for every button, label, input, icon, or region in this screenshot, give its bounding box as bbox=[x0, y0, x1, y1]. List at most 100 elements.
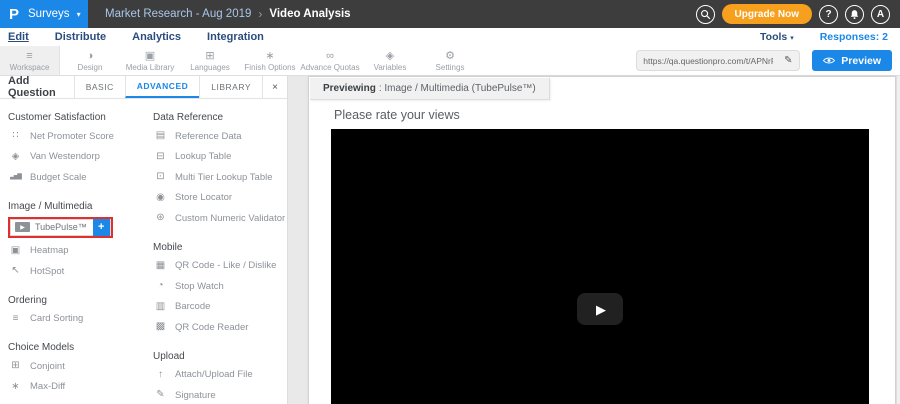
survey-url-box: ✎ bbox=[636, 50, 800, 71]
notifications-button[interactable] bbox=[845, 5, 864, 24]
help-button[interactable]: ? bbox=[819, 5, 838, 24]
qr-code-icon: ▦ bbox=[153, 261, 168, 271]
header-actions: Upgrade Now ? A bbox=[696, 4, 900, 24]
nav-edit[interactable]: Edit bbox=[8, 31, 29, 43]
play-button[interactable]: ▶ bbox=[577, 293, 623, 325]
question-type-column-2: Data Reference ▤ Reference Data ⊟ Lookup… bbox=[140, 99, 287, 404]
wand-icon: ∗ bbox=[8, 382, 23, 392]
stopwatch-icon: ◔ bbox=[153, 281, 168, 291]
question-type-column-1: Customer Satisfaction ∷ Net Promoter Sco… bbox=[8, 99, 140, 404]
survey-url-input[interactable] bbox=[637, 56, 779, 66]
question-type-qr-code-reader[interactable]: ▩ QR Code Reader bbox=[153, 317, 287, 338]
map-pin-icon: ◉ bbox=[153, 193, 168, 203]
toolbar-workspace[interactable]: ≡ Workspace bbox=[0, 46, 60, 75]
bell-icon bbox=[849, 9, 860, 20]
stacked-table-icon: ⊡ bbox=[153, 172, 168, 182]
question-type-store-locator[interactable]: ◉ Store Locator bbox=[153, 188, 287, 209]
nav-analytics[interactable]: Analytics bbox=[132, 31, 181, 43]
cursor-icon: ↖ bbox=[8, 266, 23, 276]
account-avatar[interactable]: A bbox=[871, 5, 890, 24]
preview-button[interactable]: Preview bbox=[812, 50, 892, 71]
links-icon: ∞ bbox=[326, 50, 334, 62]
upgrade-now-button[interactable]: Upgrade Now bbox=[722, 4, 812, 24]
questionpro-logo-icon: P bbox=[9, 6, 19, 23]
section-ordering: Ordering ≡ Card Sorting bbox=[8, 292, 140, 330]
question-type-tubepulse[interactable]: ▶ TubePulse™ + bbox=[10, 219, 111, 236]
surveys-menu-label: Surveys bbox=[28, 8, 70, 20]
tubepulse-highlight-box: ▶ TubePulse™ + bbox=[8, 217, 113, 238]
video-player[interactable]: ▶ bbox=[331, 129, 869, 404]
tab-advanced[interactable]: ADVANCED bbox=[125, 76, 200, 98]
toolbar-design[interactable]: ◑ Design bbox=[60, 46, 120, 75]
section-customer-satisfaction: Customer Satisfaction ∷ Net Promoter Sco… bbox=[8, 109, 140, 188]
add-tubepulse-button[interactable]: + bbox=[93, 219, 110, 236]
validator-icon: ⊛ bbox=[153, 213, 168, 223]
survey-nav: Edit Distribute Analytics Integration To… bbox=[0, 28, 900, 46]
qr-reader-icon: ▩ bbox=[153, 322, 168, 332]
section-upload: Upload ↑ Attach/Upload File ✎ Signature bbox=[153, 348, 287, 404]
add-question-header: Add Question BASIC ADVANCED LIBRARY × bbox=[0, 76, 287, 99]
question-type-stop-watch[interactable]: ◔ Stop Watch bbox=[153, 276, 287, 297]
breadcrumb-survey-name[interactable]: Market Research - Aug 2019 bbox=[105, 8, 251, 20]
scrollbar[interactable] bbox=[896, 76, 900, 404]
question-type-signature[interactable]: ✎ Signature bbox=[153, 385, 287, 404]
tag-icon: ◈ bbox=[8, 152, 23, 162]
question-type-lookup-table[interactable]: ⊟ Lookup Table bbox=[153, 147, 287, 168]
tab-basic[interactable]: BASIC bbox=[74, 76, 125, 98]
nav-integration[interactable]: Integration bbox=[207, 31, 264, 43]
breadcrumb-separator: › bbox=[258, 7, 262, 21]
question-type-heatmap[interactable]: ▣ Heatmap bbox=[8, 241, 140, 262]
add-question-title: Add Question bbox=[0, 76, 74, 98]
toolbar-media-library[interactable]: ▣ Media Library bbox=[120, 46, 180, 75]
question-type-conjoint[interactable]: ⊞ Conjoint bbox=[8, 356, 140, 377]
question-type-hotspot[interactable]: ↖ HotSpot bbox=[8, 261, 140, 282]
signature-icon: ✎ bbox=[153, 390, 168, 400]
surveys-menu[interactable]: P Surveys ▾ bbox=[0, 0, 88, 28]
previewing-label: Previewing bbox=[323, 83, 376, 94]
question-type-barcode[interactable]: ▥ Barcode bbox=[153, 297, 287, 318]
section-data-reference: Data Reference ▤ Reference Data ⊟ Lookup… bbox=[153, 109, 287, 229]
question-type-van-westendorp[interactable]: ◈ Van Westendorp bbox=[8, 147, 140, 168]
question-type-budget-scale[interactable]: ▃▅▇ Budget Scale bbox=[8, 167, 140, 188]
palette-icon: ◑ bbox=[87, 50, 94, 62]
nps-scale-icon: ∷ bbox=[8, 131, 23, 141]
question-type-card-sorting[interactable]: ≡ Card Sorting bbox=[8, 309, 140, 330]
image-icon: ▣ bbox=[145, 50, 155, 62]
barcode-icon: ▥ bbox=[153, 302, 168, 312]
workspace-icon: ≡ bbox=[26, 50, 32, 62]
question-type-columns: Customer Satisfaction ∷ Net Promoter Sco… bbox=[0, 99, 287, 404]
previewing-question-type: : Image / Multimedia (TubePulse™) bbox=[379, 83, 536, 94]
toolbar-variables[interactable]: ◈ Variables bbox=[360, 46, 420, 75]
list-icon: ≡ bbox=[8, 314, 23, 324]
search-button[interactable] bbox=[696, 5, 715, 24]
avatar-initial: A bbox=[877, 9, 884, 20]
question-type-qr-like-dislike[interactable]: ▦ QR Code - Like / Dislike bbox=[153, 256, 287, 277]
grid-icon: ⊞ bbox=[8, 361, 23, 371]
preview-panel: Previewing : Image / Multimedia (TubePul… bbox=[308, 76, 896, 404]
question-type-reference-data[interactable]: ▤ Reference Data bbox=[153, 126, 287, 147]
close-icon: × bbox=[272, 82, 278, 93]
question-text: Please rate your views bbox=[334, 108, 460, 122]
question-type-attach-upload-file[interactable]: ↑ Attach/Upload File bbox=[153, 365, 287, 386]
toolbar-finish-options[interactable]: ∗ Finish Options bbox=[240, 46, 300, 75]
tab-library[interactable]: LIBRARY bbox=[199, 76, 262, 98]
toolbar-settings[interactable]: ⚙ Settings bbox=[420, 46, 480, 75]
question-type-max-diff[interactable]: ∗ Max-Diff bbox=[8, 377, 140, 398]
question-type-custom-numeric-validator[interactable]: ⊛ Custom Numeric Validator bbox=[153, 208, 287, 229]
video-icon: ▶ bbox=[15, 222, 30, 232]
add-question-panel: Add Question BASIC ADVANCED LIBRARY × Cu… bbox=[0, 76, 288, 404]
edit-url-pencil-icon[interactable]: ✎ bbox=[779, 55, 797, 66]
app-window: P Surveys ▾ Market Research - Aug 2019 ›… bbox=[0, 0, 900, 404]
question-type-net-promoter-score[interactable]: ∷ Net Promoter Score bbox=[8, 126, 140, 147]
search-icon bbox=[700, 9, 711, 20]
close-panel-button[interactable]: × bbox=[262, 76, 287, 98]
responses-link[interactable]: Responses: 2 bbox=[820, 31, 888, 43]
translate-icon: ⊞ bbox=[205, 50, 214, 62]
nav-distribute[interactable]: Distribute bbox=[55, 31, 106, 43]
toolbar-advance-quotas[interactable]: ∞ Advance Quotas bbox=[300, 46, 360, 75]
question-type-multi-tier-lookup-table[interactable]: ⊡ Multi Tier Lookup Table bbox=[153, 167, 287, 188]
tools-menu[interactable]: Tools ▾ bbox=[760, 31, 794, 43]
heatmap-image-icon: ▣ bbox=[8, 246, 23, 256]
toolbar-languages[interactable]: ⊞ Languages bbox=[180, 46, 240, 75]
play-icon: ▶ bbox=[596, 303, 606, 316]
